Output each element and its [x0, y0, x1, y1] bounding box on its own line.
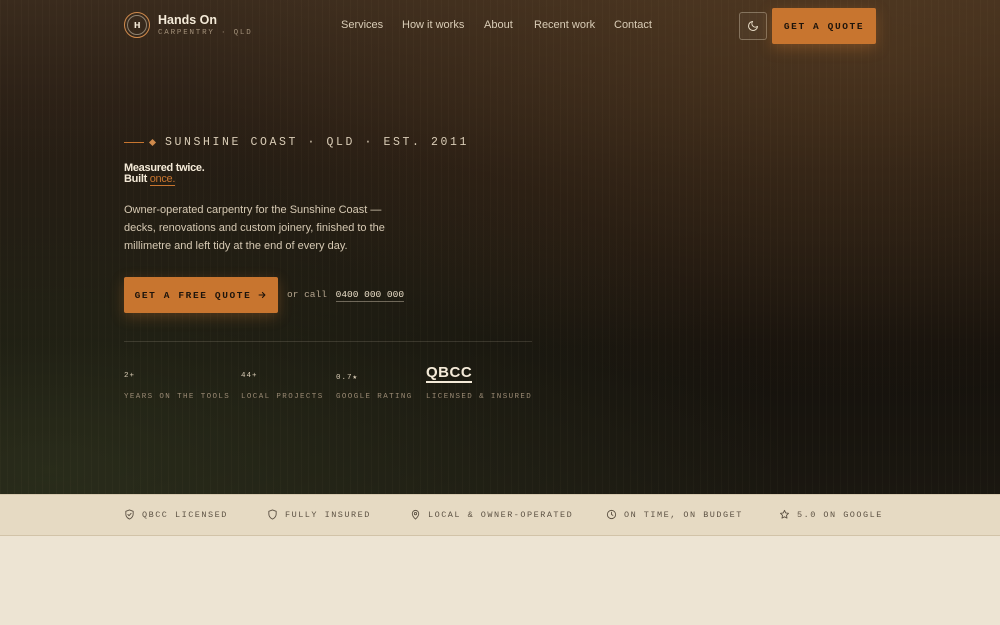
trust-item-insured: FULLY INSURED: [267, 509, 371, 520]
stat-rating-label: GOOGLE RATING: [336, 393, 413, 401]
brand-logo[interactable]: H: [124, 12, 150, 38]
hero-eyebrow: SUNSHINE COAST · QLD · EST. 2011: [124, 135, 469, 149]
stat-years-value: 2+: [124, 372, 136, 380]
trust-label: 5.0 ON GOOGLE: [797, 509, 883, 520]
trust-item-on-time: ON TIME, ON BUDGET: [606, 509, 743, 520]
hero-lead: Owner-operated carpentry for the Sunshin…: [124, 204, 385, 252]
trust-label: QBCC LICENSED: [142, 509, 228, 520]
stat-years-label: YEARS ON THE TOOLS: [124, 393, 231, 401]
call-line: or call 0400 000 000: [287, 289, 405, 302]
trust-item-google: 5.0 ON GOOGLE: [779, 509, 883, 520]
clock-icon: [606, 509, 617, 520]
nav-link-contact[interactable]: Contact: [614, 19, 652, 31]
headline-accent: once.: [149, 173, 176, 186]
stat-rating-value: 0.7★: [336, 374, 359, 382]
star-icon: [780, 509, 789, 519]
map-pin-icon: [411, 509, 420, 520]
trust-band: QBCC LICENSED FULLY INSURED LOCAL & OWNE…: [0, 494, 1000, 536]
get-free-quote-button[interactable]: GET A FREE QUOTE: [124, 277, 278, 313]
trust-label: ON TIME, ON BUDGET: [624, 509, 743, 520]
stat-projects-value: 44+: [241, 372, 258, 380]
stats-divider: [124, 341, 532, 342]
shield-icon: [268, 509, 277, 520]
shield-check-icon: [125, 509, 134, 520]
nav-link-recent-work[interactable]: Recent work: [534, 19, 595, 31]
stat-projects-label: LOCAL PROJECTS: [241, 393, 324, 401]
arrow-right-icon: [258, 291, 266, 299]
stat-qbcc-text: QBCC: [426, 364, 473, 383]
brand-logo-mark: H: [127, 15, 147, 35]
moon-icon: [748, 21, 758, 31]
top-nav: H Hands On CARPENTRY · QLD Services How …: [0, 0, 1000, 52]
trust-label: LOCAL & OWNER-OPERATED: [428, 509, 574, 520]
eyebrow-line: [124, 141, 144, 143]
call-prefix: or call: [287, 289, 327, 300]
brand-tagline: CARPENTRY · QLD: [158, 29, 253, 37]
brand-name[interactable]: Hands On: [158, 13, 217, 27]
diamond-icon: [148, 138, 157, 146]
get-a-quote-button[interactable]: GET A QUOTE: [772, 8, 876, 44]
nav-link-how-it-works[interactable]: How it works: [402, 19, 464, 31]
trust-item-local: LOCAL & OWNER-OPERATED: [410, 509, 573, 520]
nav-link-about[interactable]: About: [484, 19, 513, 31]
nav-link-services[interactable]: Services: [341, 19, 383, 31]
eyebrow-text: SUNSHINE COAST · QLD · EST. 2011: [165, 135, 470, 149]
hero-section: H Hands On CARPENTRY · QLD Services How …: [0, 0, 1000, 494]
trust-item-qbcc: QBCC LICENSED: [124, 509, 228, 520]
cta-label: GET A FREE QUOTE: [134, 289, 252, 301]
trust-label: FULLY INSURED: [285, 509, 371, 520]
theme-toggle-button[interactable]: [739, 12, 767, 40]
headline-line-2-prefix: Built: [124, 173, 147, 185]
stat-qbcc-value: QBCC: [426, 364, 473, 383]
hero-headline: Measured twice. Built once.: [124, 163, 205, 186]
stat-qbcc-label: LICENSED & INSURED: [426, 393, 533, 401]
phone-link[interactable]: 0400 000 000: [335, 289, 405, 302]
